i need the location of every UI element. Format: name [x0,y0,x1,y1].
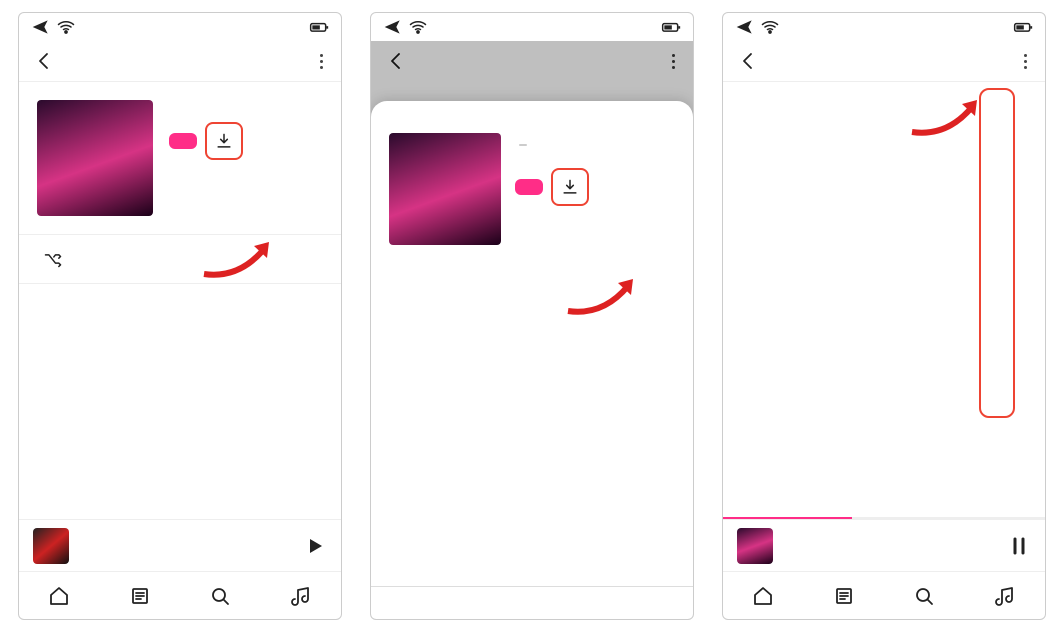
add-button[interactable] [515,179,543,195]
action-sheet [371,101,693,619]
tabbar [19,571,341,619]
airplane-icon [383,17,403,37]
download-icon [560,177,580,197]
airplane-icon [31,17,51,37]
miniplayer-cover [33,528,69,564]
download-icon [214,131,234,151]
battery-icon [661,17,681,37]
tab-search[interactable] [208,584,232,608]
annotation-arrow [907,92,985,148]
back-button[interactable] [33,49,57,73]
more-button [668,50,679,73]
tracklist-content [723,82,1045,517]
annotation-highlight [979,88,1015,418]
airplane-icon [735,17,755,37]
tab-home[interactable] [47,584,71,608]
miniplayer-cover [737,528,773,564]
miniplayer[interactable] [19,519,341,571]
shuffle-all[interactable] [19,234,341,284]
tab-search[interactable] [912,584,936,608]
wifi-icon [760,17,780,37]
tab-library[interactable] [832,584,856,608]
shuffle-icon [43,249,63,269]
album-cover[interactable] [37,100,153,216]
battery-icon [309,17,329,37]
screen-album-view [18,12,342,620]
more-button[interactable] [316,50,327,73]
tab-library[interactable] [128,584,152,608]
download-track-button[interactable] [551,168,589,206]
miniplayer-progress[interactable] [723,517,1045,519]
tab-music[interactable] [289,584,313,608]
screen-track-sheet [370,12,694,620]
track-cover [389,133,501,245]
statusbar [371,13,693,41]
tab-music[interactable] [993,584,1017,608]
album-content [19,82,341,519]
download-album-button[interactable] [205,122,243,160]
explicit-badge [519,144,527,146]
play-button[interactable] [303,534,327,558]
wifi-icon [56,17,76,37]
pause-button[interactable] [1007,534,1031,558]
add-button[interactable] [169,133,197,149]
statusbar [19,13,341,41]
screen-downloads [722,12,1046,620]
miniplayer[interactable] [723,519,1045,571]
back-button[interactable] [737,49,761,73]
wifi-icon [408,17,428,37]
tab-home[interactable] [751,584,775,608]
tabbar [723,571,1045,619]
more-button[interactable] [1020,50,1031,73]
battery-icon [1013,17,1033,37]
statusbar [723,13,1045,41]
back-button [385,49,409,73]
close-button[interactable] [371,586,693,619]
